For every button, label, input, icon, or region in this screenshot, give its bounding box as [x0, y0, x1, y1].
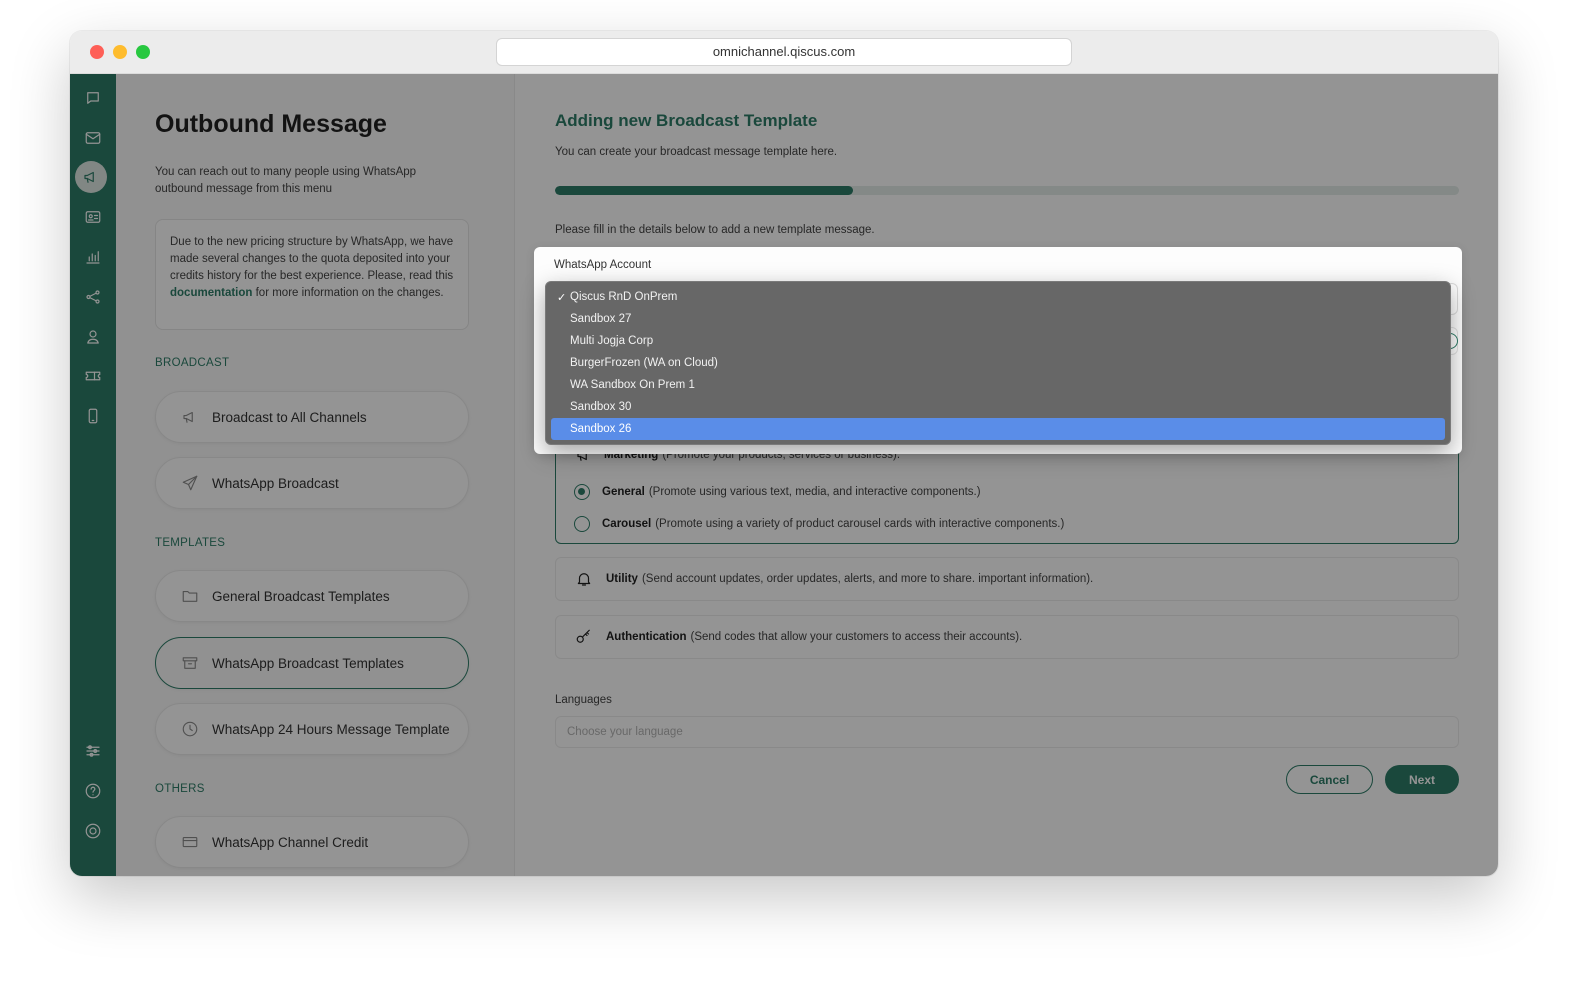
dropdown-option-label: Qiscus RnD OnPrem [570, 291, 678, 303]
checkmark-icon: ✓ [557, 292, 567, 304]
minimize-window-button[interactable] [113, 45, 127, 59]
app: Outbound Message You can reach out to ma… [70, 74, 1498, 876]
modal-overlay[interactable] [70, 74, 1498, 876]
dropdown-option-label: Sandbox 30 [570, 401, 632, 413]
dropdown-option[interactable]: ✓ Qiscus RnD OnPrem [551, 286, 1445, 308]
browser-window: omnichannel.qiscus.com Outbound Message … [70, 31, 1498, 876]
address-bar[interactable]: omnichannel.qiscus.com [496, 38, 1072, 66]
dropdown-option-label: WA Sandbox On Prem 1 [570, 379, 695, 391]
dropdown-option-highlighted[interactable]: Sandbox 26 [551, 418, 1445, 440]
title-bar: omnichannel.qiscus.com [70, 31, 1498, 74]
dropdown-option[interactable]: Multi Jogja Corp [551, 330, 1445, 352]
dropdown-option[interactable]: WA Sandbox On Prem 1 [551, 374, 1445, 396]
dropdown-option[interactable]: Sandbox 27 [551, 308, 1445, 330]
zoom-window-button[interactable] [136, 45, 150, 59]
dropdown-option-label: BurgerFrozen (WA on Cloud) [570, 357, 718, 369]
whatsapp-account-label: WhatsApp Account [554, 259, 652, 271]
dropdown-option[interactable]: Sandbox 30 [551, 396, 1445, 418]
whatsapp-account-dropdown[interactable]: ✓ Qiscus RnD OnPrem Sandbox 27 Multi Jogj… [545, 281, 1451, 445]
dropdown-option-label: Sandbox 26 [570, 423, 632, 435]
dropdown-option-label: Sandbox 27 [570, 313, 632, 325]
dropdown-option-label: Multi Jogja Corp [570, 335, 654, 347]
close-window-button[interactable] [90, 45, 104, 59]
dropdown-option[interactable]: BurgerFrozen (WA on Cloud) [551, 352, 1445, 374]
